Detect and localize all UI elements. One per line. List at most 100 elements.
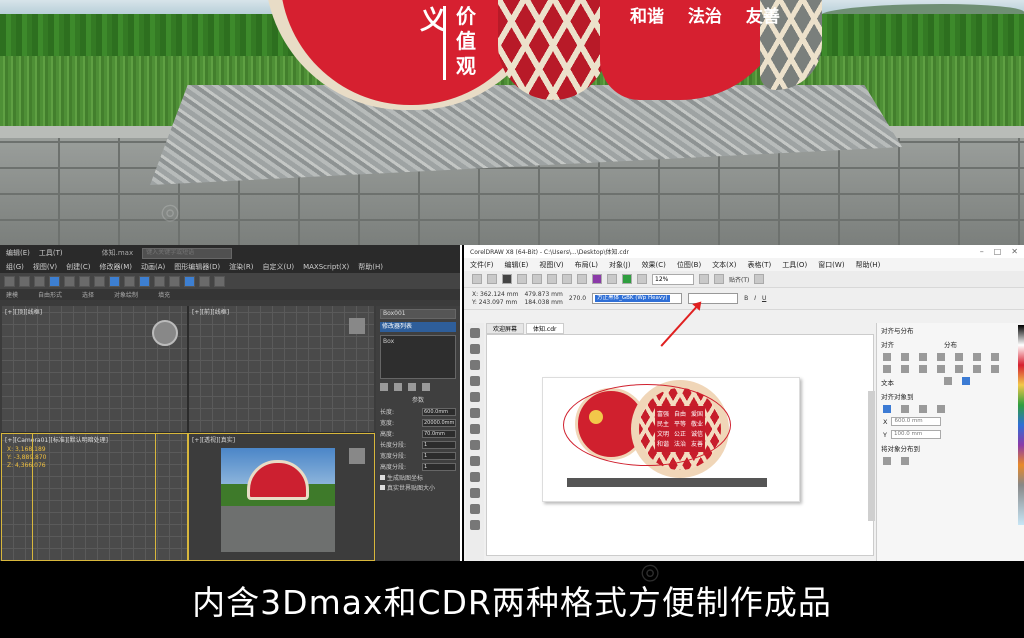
snap-to-dropdown[interactable]: 贴齐(T) — [729, 275, 749, 284]
copy-icon[interactable] — [532, 274, 542, 284]
show-end-result-icon[interactable] — [394, 383, 402, 391]
crop-tool-icon[interactable] — [470, 360, 480, 370]
cdr-menu-item[interactable]: 窗口(W) — [818, 260, 844, 270]
tab-document[interactable]: 体知.cdr — [526, 323, 564, 334]
cdr-menu-item[interactable]: 视图(V) — [539, 260, 563, 270]
viewport-label[interactable]: [+][前][线框] — [192, 307, 229, 316]
align-top-icon[interactable] — [883, 365, 891, 373]
cdr-menu-item[interactable]: 对象(J) — [609, 260, 631, 270]
polygon-tool-icon[interactable] — [470, 456, 480, 466]
align-bottom-icon[interactable] — [919, 365, 927, 373]
render-setup-icon[interactable] — [199, 275, 210, 287]
pin-stack-icon[interactable] — [380, 383, 388, 391]
checkbox[interactable] — [380, 474, 385, 480]
max-menu-item[interactable]: 视图(V) — [33, 262, 57, 272]
import-icon[interactable] — [607, 274, 617, 284]
ellipse-tool-icon[interactable] — [470, 440, 480, 450]
ribbon-tab[interactable]: 选择 — [82, 290, 94, 299]
cdr-menu-item[interactable]: 工具(O) — [782, 260, 807, 270]
ribbon-tab[interactable]: 填充 — [158, 290, 170, 299]
param-spinner[interactable]: 600.0mm — [422, 407, 456, 416]
tab-welcome[interactable]: 欢迎屏幕 — [486, 323, 525, 334]
page-extent-icon[interactable] — [901, 457, 909, 465]
material-icon[interactable] — [184, 275, 195, 287]
distribute-vspace-icon[interactable] — [991, 365, 999, 373]
cdr-menu-item[interactable]: 文本(X) — [712, 260, 736, 270]
ribbon-tab[interactable]: 自由形式 — [38, 290, 62, 299]
font-list-dropdown[interactable]: 方正黑体_GBK (Wp Heavy) — [592, 293, 683, 304]
fullscreen-icon[interactable] — [699, 274, 709, 284]
art-ring[interactable] — [563, 384, 731, 466]
max-menu-item[interactable]: 渲染(R) — [229, 262, 253, 272]
align-middle-icon[interactable] — [901, 365, 909, 373]
viewcube-icon[interactable] — [349, 448, 365, 464]
select-icon[interactable] — [49, 275, 60, 287]
art-base[interactable] — [567, 478, 767, 487]
max-menu-item[interactable]: 图形编辑器(D) — [174, 262, 220, 272]
rectangle-tool-icon[interactable] — [470, 424, 480, 434]
paste-icon[interactable] — [547, 274, 557, 284]
stack-item[interactable]: Box — [383, 338, 453, 345]
ribbon-tab[interactable]: 对象绘制 — [114, 290, 138, 299]
cdr-menu-item[interactable]: 位图(B) — [677, 260, 701, 270]
x-position-field[interactable]: X: 362.124 mm — [472, 291, 518, 299]
max-menu-item[interactable]: 自定义(U) — [262, 262, 294, 272]
param-spinner[interactable]: 1 — [422, 462, 456, 471]
cdr-menu-item[interactable]: 效果(C) — [642, 260, 666, 270]
maximize-icon[interactable]: □ — [994, 247, 1002, 256]
page-edge-icon[interactable] — [901, 405, 909, 413]
max-menu-item[interactable]: 工具(T) — [39, 248, 63, 258]
distribute-middle-icon[interactable] — [955, 365, 963, 373]
eyedropper-icon[interactable] — [470, 504, 480, 514]
page-center-icon[interactable] — [919, 405, 927, 413]
redo-icon[interactable] — [577, 274, 587, 284]
render-icon[interactable] — [214, 275, 225, 287]
cut-icon[interactable] — [517, 274, 527, 284]
cdr-menu-item[interactable]: 编辑(E) — [505, 260, 529, 270]
remove-modifier-icon[interactable] — [422, 383, 430, 391]
distribute-center-icon[interactable] — [955, 353, 963, 361]
checkbox[interactable] — [380, 484, 385, 490]
new-doc-icon[interactable] — [472, 274, 482, 284]
make-unique-icon[interactable] — [408, 383, 416, 391]
distribute-right-icon[interactable] — [973, 353, 981, 361]
drawing-canvas[interactable]: 富强 自由 爱国 民主 平等 敬业 文明 公正 诚信 和谐 法治 友善 — [486, 334, 874, 556]
viewport-perspective[interactable]: [+][透视][真实] — [188, 433, 375, 561]
param-spinner[interactable]: 1 — [422, 440, 456, 449]
undo-icon[interactable] — [4, 275, 15, 287]
link-icon[interactable] — [34, 275, 45, 287]
distribute-bottom-icon[interactable] — [973, 365, 981, 373]
max-menu-item[interactable]: 组(G) — [6, 262, 24, 272]
checkbox-row[interactable]: 真实世界贴图大小 — [380, 482, 456, 492]
max-search-input[interactable] — [142, 247, 233, 259]
ribbon-tab[interactable]: 建模 — [6, 290, 18, 299]
rulers-icon[interactable] — [714, 274, 724, 284]
mirror-icon[interactable] — [139, 275, 150, 287]
param-spinner[interactable]: 70.0mm — [422, 429, 456, 438]
modifier-stack[interactable]: Box — [380, 335, 456, 379]
distribute-left-icon[interactable] — [937, 353, 945, 361]
max-menu-item[interactable]: 编辑(E) — [6, 248, 30, 258]
object-name-field[interactable]: Box001 — [380, 309, 456, 319]
zoom-tool-icon[interactable] — [470, 376, 480, 386]
pdf-icon[interactable] — [637, 274, 647, 284]
distribute-top-icon[interactable] — [937, 365, 945, 373]
cdr-menu-item[interactable]: 布局(L) — [575, 260, 598, 270]
position-fields[interactable]: X: 362.124 mm Y: 243.097 mm — [472, 291, 518, 307]
cdr-menu-item[interactable]: 文件(F) — [470, 260, 494, 270]
viewport-label[interactable]: [+][透视][真实] — [192, 435, 235, 444]
selection-extent-icon[interactable] — [883, 457, 891, 465]
open-icon[interactable] — [487, 274, 497, 284]
corel-connect-icon[interactable] — [592, 274, 602, 284]
vertical-scrollbar[interactable] — [868, 391, 875, 521]
underline-icon[interactable]: U — [762, 295, 766, 302]
viewport-front[interactable]: [+][前][线框] — [189, 306, 374, 432]
max-menu-item[interactable]: 帮助(H) — [358, 262, 383, 272]
y-value-field[interactable]: 100.0 mm — [890, 430, 941, 439]
viewport-label[interactable]: [+][顶][线框] — [5, 307, 42, 316]
y-position-field[interactable]: Y: 243.097 mm — [472, 299, 518, 307]
max-menu-item[interactable]: MAXScript(X) — [303, 263, 349, 271]
angle-snap-icon[interactable] — [124, 275, 135, 287]
move-icon[interactable] — [64, 275, 75, 287]
align-center-icon[interactable] — [901, 353, 909, 361]
